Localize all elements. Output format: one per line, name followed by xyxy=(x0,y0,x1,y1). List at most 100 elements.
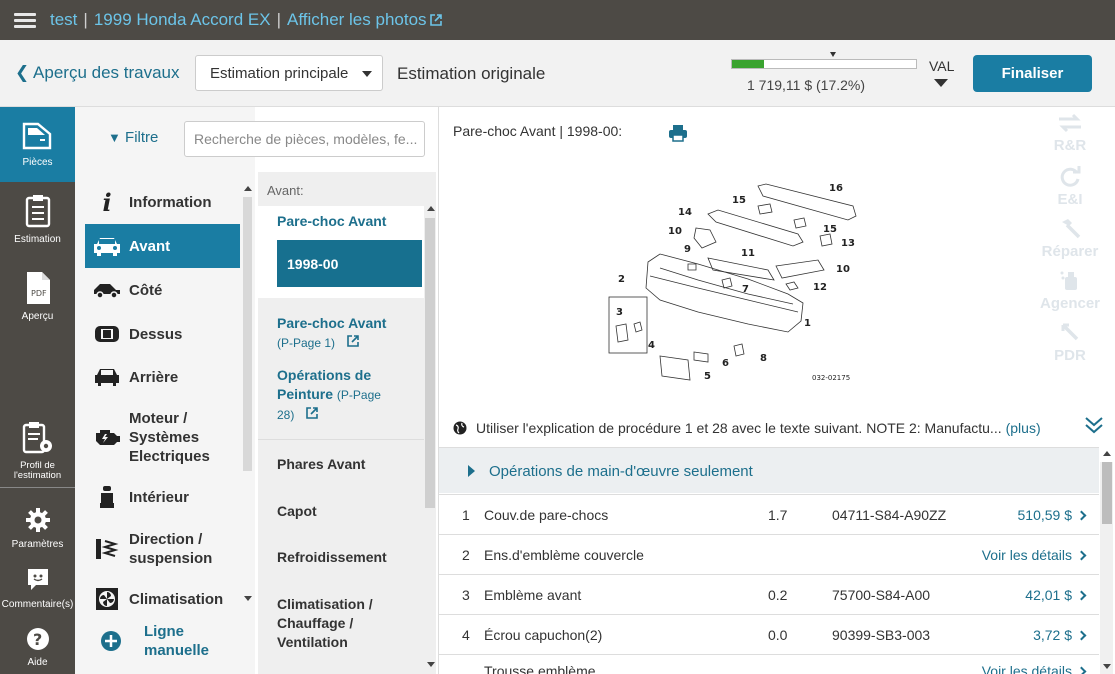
nav-preview[interactable]: PDF Aperçu xyxy=(0,271,75,322)
category-rear[interactable]: Arrière xyxy=(85,361,240,393)
table-row[interactable]: 1 Couv.de pare-chocs 1.7 04711-S84-A90ZZ… xyxy=(439,494,1099,534)
category-climate[interactable]: Climatisation xyxy=(85,584,240,614)
table-row[interactable]: 4 Écrou capuchon(2) 0.0 90399-SB3-003 3,… xyxy=(439,614,1099,654)
category-steering[interactable]: Direction / suspension xyxy=(85,528,240,570)
diagram-callout-2: 2 xyxy=(618,274,625,285)
nav-comments-label: Commentaire(s) xyxy=(1,599,74,610)
category-interior[interactable]: Intérieur xyxy=(85,481,240,513)
row-details-link[interactable]: Voir les détails xyxy=(982,547,1087,563)
diagram-callout-10a: 10 xyxy=(668,226,682,237)
row-details-link[interactable]: Voir les détails xyxy=(982,663,1087,674)
spray-icon xyxy=(1060,271,1077,290)
subcategory-hvac[interactable]: Climatisation / Chauffage / Ventilation xyxy=(277,595,412,652)
scrollbar-thumb[interactable] xyxy=(1102,462,1112,524)
category-information[interactable]: i Information xyxy=(85,185,240,220)
gear-icon xyxy=(25,508,50,532)
val-dropdown-icon[interactable] xyxy=(934,79,948,87)
repair-tool: Réparer xyxy=(1038,217,1102,264)
paint-operations-link[interactable]: Opérations de Peinture (P-Page 28) xyxy=(277,366,412,425)
help-icon: ? xyxy=(26,628,49,650)
row-number: 1 xyxy=(462,507,470,523)
rr-tool: R&R xyxy=(1038,113,1102,160)
row-number: 3 xyxy=(462,587,470,603)
note-more-link[interactable]: (plus) xyxy=(1006,420,1041,436)
year-range-button[interactable]: 1998-00 xyxy=(277,240,422,287)
clipboard-gear-icon xyxy=(22,422,52,454)
row-price-link[interactable]: 3,72 $ xyxy=(1033,627,1087,643)
nav-estimate-profile[interactable]: Profil de l'estimation xyxy=(0,421,75,483)
back-to-overview-link[interactable]: ❮ Aperçu des travaux xyxy=(15,63,180,83)
category-label: Intérieur xyxy=(129,488,190,506)
subcategory-scrollbar[interactable] xyxy=(425,218,435,508)
diagram-callout-14: 14 xyxy=(678,207,692,218)
hvac-label: Climatisation / xyxy=(277,596,373,612)
subcategory-headlamps[interactable]: Phares Avant xyxy=(277,455,412,474)
bumper-page-link[interactable]: Pare-choc Avant (P-Page 1) xyxy=(277,314,412,353)
row-description: Écrou capuchon(2) xyxy=(484,627,603,643)
parts-scroll-down-icon[interactable] xyxy=(1103,664,1111,669)
external-link-icon xyxy=(306,407,319,419)
expand-double-chevron-icon[interactable] xyxy=(1084,415,1104,435)
subcategory-hood[interactable]: Capot xyxy=(277,502,412,521)
category-top[interactable]: Dessus xyxy=(85,318,240,350)
nav-divider xyxy=(0,487,75,488)
car-side-icon xyxy=(94,284,120,299)
menu-icon[interactable] xyxy=(14,10,36,31)
chevron-left-icon: ❮ xyxy=(15,63,30,82)
table-row[interactable]: 3 Emblème avant 0.2 75700-S84-A00 42,01 … xyxy=(439,574,1099,614)
diagram-callout-1: 1 xyxy=(804,318,811,329)
row-description: Couv.de pare-chocs xyxy=(484,507,609,523)
row-price-link[interactable]: 42,01 $ xyxy=(1025,587,1087,603)
nav-settings[interactable]: Paramètres xyxy=(0,507,75,550)
align-label: Agencer xyxy=(1039,295,1101,312)
parts-table-scrollbar[interactable] xyxy=(1100,462,1113,674)
row-number: 4 xyxy=(462,627,470,643)
show-photos-link[interactable]: Afficher les photos xyxy=(287,10,427,30)
filter-button[interactable]: ▼ Filtre xyxy=(108,129,158,146)
external-link-icon[interactable] xyxy=(429,14,442,26)
search-input[interactable]: Recherche de pièces, modèles, fe... xyxy=(184,121,425,157)
subcategory-divider xyxy=(258,439,424,440)
parts-scroll-up-icon[interactable] xyxy=(1103,451,1111,456)
category-side[interactable]: Côté xyxy=(85,274,240,306)
toolbar: ❮ Aperçu des travaux Estimation principa… xyxy=(0,40,1115,107)
subcategory-cooling[interactable]: Refroidissement xyxy=(277,548,412,567)
pdr-tool: PDR xyxy=(1038,321,1102,368)
labor-operations-header[interactable]: Opérations de main-d'œuvre seulement xyxy=(439,447,1099,493)
repair-label: Réparer xyxy=(1041,243,1099,260)
swap-icon xyxy=(1059,113,1081,133)
nav-estimate[interactable]: Estimation xyxy=(0,194,75,249)
diagram-callout-3: 3 xyxy=(616,307,623,318)
operation-tools: R&R E&I Réparer Agencer PDR xyxy=(1038,113,1102,373)
table-row[interactable]: 2 Ens.d'emblème couvercle Voir les détai… xyxy=(439,534,1099,574)
subcategory-scroll-down-icon[interactable] xyxy=(427,662,435,667)
category-scroll-up-icon[interactable] xyxy=(244,186,252,191)
diagram-callout-15a: 15 xyxy=(732,195,746,206)
category-label: Côté xyxy=(129,281,163,299)
table-row[interactable]: Trousse emblème Voir les détails xyxy=(439,654,1099,674)
estimate-select-value: Estimation principale xyxy=(210,65,349,82)
row-price: 3,72 $ xyxy=(1033,627,1072,643)
nut-shape xyxy=(721,277,733,289)
dent-tool-icon xyxy=(1061,323,1079,341)
subcategory-scroll-up-icon[interactable] xyxy=(427,206,435,211)
chevron-right-icon xyxy=(1076,590,1087,601)
nav-parts[interactable]: Pièces xyxy=(0,107,75,182)
add-manual-line-button[interactable]: Ligne manuelle xyxy=(100,622,209,660)
nav-help[interactable]: ? Aide xyxy=(0,627,75,669)
diagram-callout-6: 6 xyxy=(722,358,729,369)
category-scrollbar[interactable] xyxy=(243,197,252,471)
print-icon[interactable] xyxy=(668,124,688,142)
row-price-link[interactable]: 510,59 $ xyxy=(1017,507,1087,523)
category-front[interactable]: Avant xyxy=(85,224,240,268)
category-scroll-down-icon[interactable] xyxy=(244,596,252,601)
nav-comments[interactable]: Commentaire(s) xyxy=(0,567,75,610)
category-engine[interactable]: Moteur / Systèmes Electriques xyxy=(85,407,240,467)
estimate-select[interactable]: Estimation principale xyxy=(195,55,383,91)
subcategory-bumper[interactable]: Pare-choc Avant xyxy=(277,212,412,231)
license-nut-shape xyxy=(733,343,745,357)
pdr-label: PDR xyxy=(1054,347,1086,364)
bracket-right-shape xyxy=(775,259,825,279)
row-price: 510,59 $ xyxy=(1017,507,1073,523)
finalize-button[interactable]: Finaliser xyxy=(973,55,1092,92)
